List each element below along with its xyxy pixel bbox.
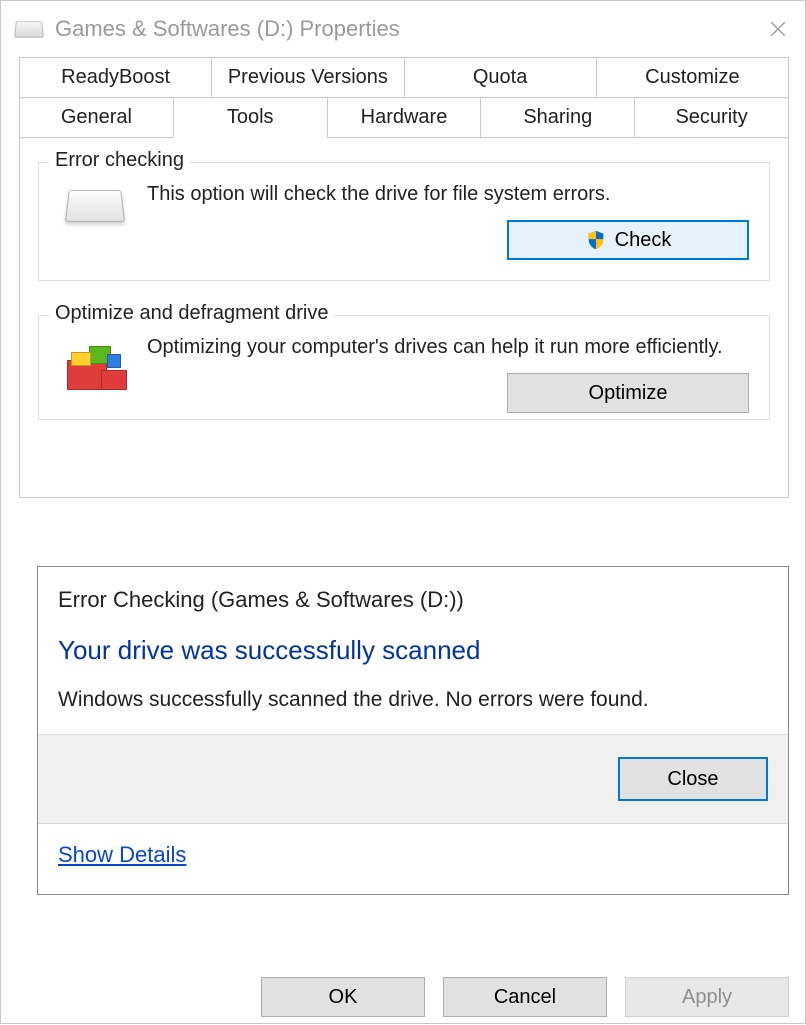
close-button-label: Close	[667, 768, 718, 791]
group-error-checking: Error checking This option will check th…	[38, 162, 770, 281]
dialog-message: Windows successfully scanned the drive. …	[58, 688, 768, 712]
tab-hardware[interactable]: Hardware	[327, 97, 482, 138]
tab-tools[interactable]: Tools	[173, 97, 328, 138]
tab-panel-tools: Error checking This option will check th…	[19, 138, 789, 498]
tab-security[interactable]: Security	[634, 97, 789, 138]
ok-button-label: OK	[329, 986, 358, 1009]
error-checking-description: This option will check the drive for fil…	[147, 183, 749, 206]
apply-button[interactable]: Apply	[625, 977, 789, 1017]
drive-icon	[65, 190, 125, 222]
optimize-button-label: Optimize	[589, 382, 668, 405]
dialog-close-button[interactable]: Close	[618, 757, 768, 801]
tab-customize[interactable]: Customize	[596, 57, 789, 98]
tab-sharing[interactable]: Sharing	[480, 97, 635, 138]
group-optimize: Optimize and defragment drive Optimizing…	[38, 315, 770, 420]
tab-previous-versions[interactable]: Previous Versions	[211, 57, 404, 98]
ok-button[interactable]: OK	[261, 977, 425, 1017]
tabs-container: ReadyBoost Previous Versions Quota Custo…	[1, 57, 806, 138]
dialog-title: Error Checking (Games & Softwares (D:))	[38, 567, 788, 635]
dialog-headline: Your drive was successfully scanned	[58, 635, 768, 666]
window-title: Games & Softwares (D:) Properties	[55, 16, 755, 42]
shield-icon	[585, 229, 607, 251]
tab-readyboost[interactable]: ReadyBoost	[19, 57, 212, 98]
window-titlebar: Games & Softwares (D:) Properties	[1, 1, 806, 57]
optimize-button[interactable]: Optimize	[507, 373, 749, 413]
cancel-button-label: Cancel	[494, 986, 556, 1009]
group-title-optimize: Optimize and defragment drive	[49, 302, 334, 325]
window-footer-buttons: OK Cancel Apply	[261, 977, 789, 1017]
optimize-description: Optimizing your computer's drives can he…	[147, 336, 749, 359]
close-button[interactable]	[755, 6, 801, 52]
group-title-error-checking: Error checking	[49, 149, 190, 172]
defrag-icon	[67, 340, 123, 396]
dialog-error-checking-result: Error Checking (Games & Softwares (D:)) …	[37, 566, 789, 895]
apply-button-label: Apply	[682, 986, 732, 1009]
cancel-button[interactable]: Cancel	[443, 977, 607, 1017]
close-icon	[769, 20, 787, 38]
check-button-label: Check	[615, 229, 672, 252]
show-details-link[interactable]: Show Details	[58, 842, 186, 867]
tab-general[interactable]: General	[19, 97, 174, 138]
drive-icon	[14, 21, 44, 37]
check-button[interactable]: Check	[507, 220, 749, 260]
tab-quota[interactable]: Quota	[404, 57, 597, 98]
